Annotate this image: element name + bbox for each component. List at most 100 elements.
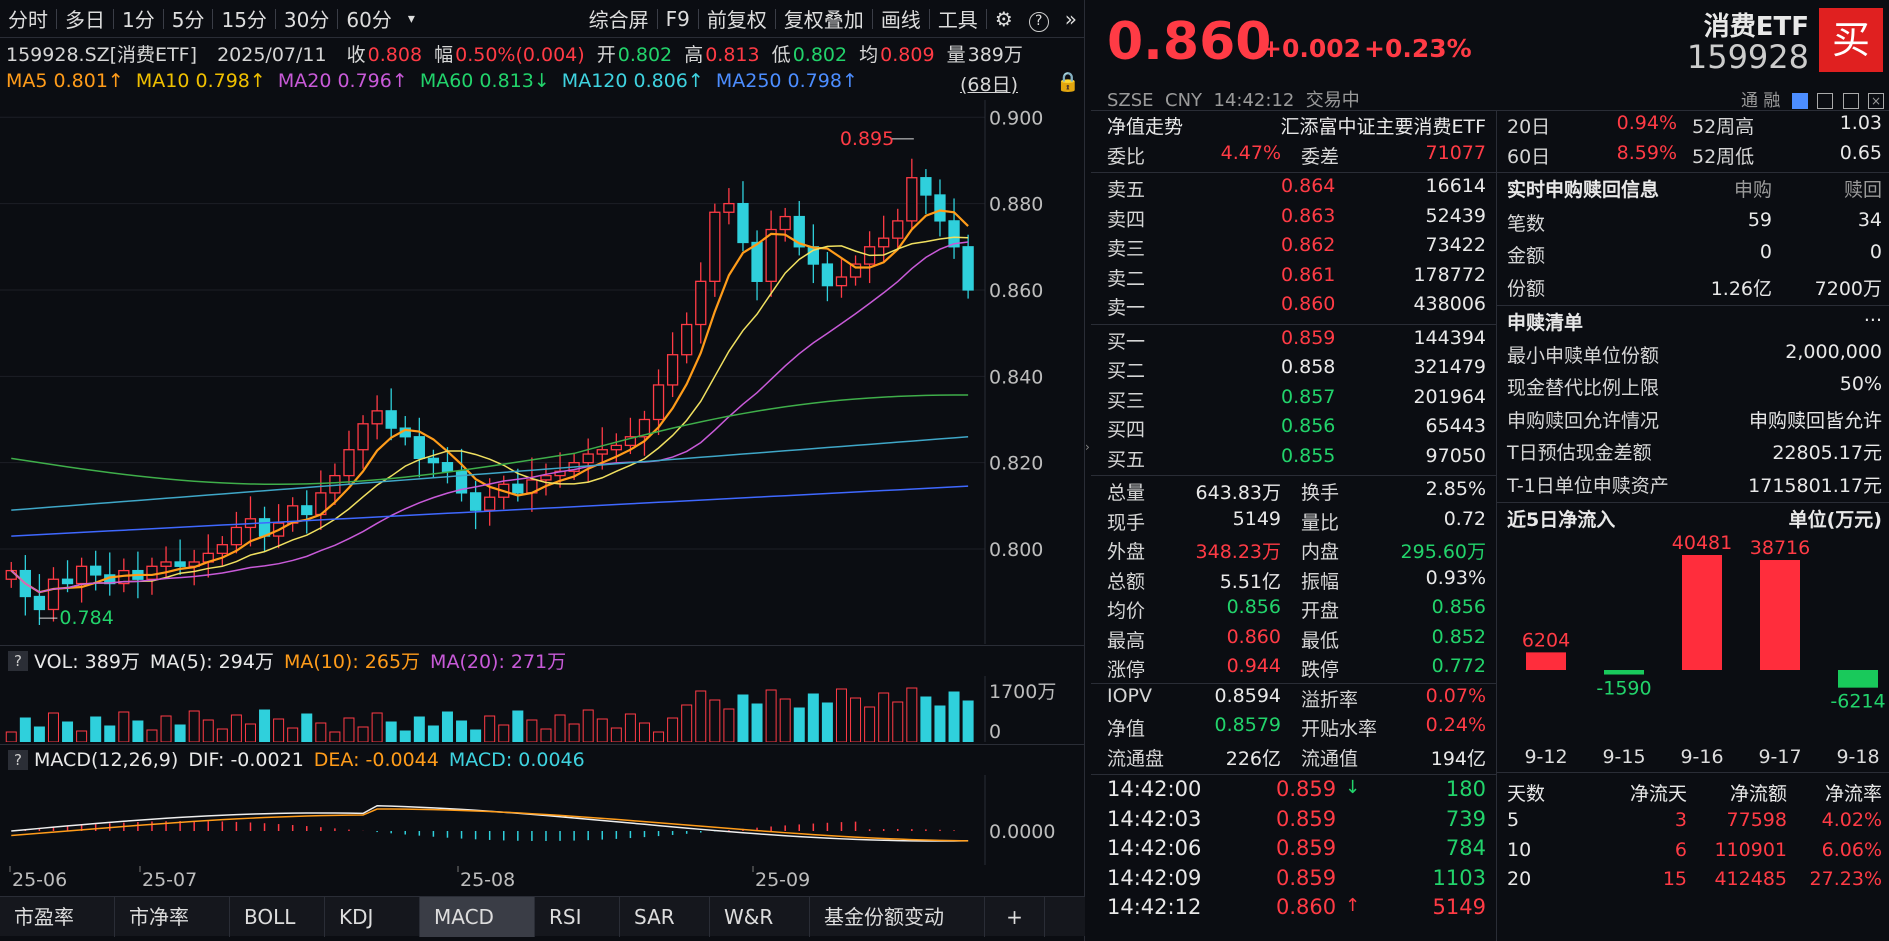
draw-line-button[interactable]: 画线 — [873, 4, 929, 33]
net-inflow-label: 6204 — [1522, 629, 1570, 651]
y-tick-label: 0.880 — [989, 194, 1043, 216]
bell-icon[interactable] — [1817, 93, 1833, 109]
stat-value: 0.856 — [1371, 596, 1486, 618]
bar-date: 2025/07/11 — [217, 44, 327, 66]
volume-bar — [879, 693, 889, 742]
perf-label: 60日 — [1507, 142, 1550, 169]
price-change: +0.002 — [1261, 34, 1361, 63]
tick-time: 14:42:03 — [1107, 807, 1201, 831]
buy-button[interactable]: 买 — [1819, 8, 1883, 72]
volume-bar — [133, 721, 143, 742]
candle-body — [668, 355, 678, 385]
bid-price[interactable]: 0.856 — [1281, 415, 1335, 437]
forward-adjust-button[interactable]: 前复权 — [699, 4, 775, 33]
edit-icon[interactable] — [1792, 93, 1808, 109]
collapse-icon[interactable]: » — [1057, 7, 1085, 31]
tab-pe[interactable]: 市盈率 — [0, 897, 115, 937]
stat-label: 跌停 — [1301, 655, 1339, 682]
volume-bar — [48, 713, 58, 742]
tab-macd[interactable]: MACD — [420, 897, 535, 937]
ask-price[interactable]: 0.863 — [1281, 205, 1335, 227]
sg-value: 59 — [1672, 209, 1772, 231]
stat-value: 0.852 — [1371, 626, 1486, 648]
volume-bar — [597, 719, 607, 742]
bid-price[interactable]: 0.858 — [1281, 356, 1335, 378]
ma120-legend: MA120 0.806↑ — [562, 70, 704, 92]
ask-price[interactable]: 0.864 — [1281, 175, 1335, 197]
candle-body — [893, 221, 903, 238]
stat-value: 5149 — [1171, 508, 1281, 530]
period-1min[interactable]: 1分 — [114, 4, 163, 33]
tab-fund-share[interactable]: 基金份额变动 — [810, 897, 985, 937]
bid-label: 买四 — [1107, 415, 1145, 442]
volume-bar — [766, 690, 776, 742]
period-dropdown[interactable]: ▾ — [400, 11, 423, 27]
volume-bar — [836, 689, 846, 742]
tick-price: 0.859 — [1276, 836, 1336, 860]
down-arrow-icon: ↓ — [1345, 777, 1360, 798]
net-inflow-date: 9-17 — [1758, 746, 1801, 768]
tick-time: 14:42:09 — [1107, 866, 1201, 890]
tab-boll[interactable]: BOLL — [230, 897, 325, 937]
flow-table-header: 净流额 — [1692, 779, 1787, 806]
period-days-select[interactable]: (68日) — [960, 70, 1018, 97]
volume-bar — [161, 716, 171, 742]
stat-label: 总量 — [1107, 478, 1145, 505]
help-icon[interactable]: ? — [8, 651, 28, 671]
ask-price[interactable]: 0.860 — [1281, 293, 1335, 315]
period-multiday[interactable]: 多日 — [57, 4, 113, 33]
volume-bar — [710, 700, 720, 742]
x-tick-label: 25-06 — [12, 869, 67, 890]
more-button[interactable]: ... — [1827, 304, 1882, 326]
period-15min[interactable]: 15分 — [213, 4, 274, 33]
volume-bar — [485, 716, 495, 742]
close-icon[interactable]: × — [1868, 93, 1884, 109]
sg-value: 1.26亿 — [1672, 274, 1772, 301]
ask-price[interactable]: 0.862 — [1281, 234, 1335, 256]
f9-button[interactable]: F9 — [658, 7, 698, 31]
volume-bar — [583, 710, 593, 742]
close-label: 收 — [347, 44, 366, 66]
flow-table-cell: 5 — [1507, 809, 1567, 831]
market-status-line: SZSE CNY 14:42:12 交易中 — [1107, 86, 1360, 112]
candle-body — [161, 562, 171, 566]
flow-unit: 单位(万元) — [1697, 505, 1882, 532]
lock-icon[interactable]: 🔒 — [1056, 70, 1080, 93]
flow-table-cell: 412485 — [1692, 868, 1787, 890]
bid-price[interactable]: 0.859 — [1281, 327, 1335, 349]
volume-bar — [147, 730, 157, 742]
candlestick-chart: 0.9000.8800.8600.8400.8200.8000.8950.784 — [0, 100, 1085, 644]
tab-pb[interactable]: 市净率 — [115, 897, 230, 937]
candle-body — [386, 411, 396, 428]
bid-price[interactable]: 0.855 — [1281, 445, 1335, 467]
period-5min[interactable]: 5分 — [164, 4, 213, 33]
period-60min[interactable]: 60分 — [338, 4, 399, 33]
tab-wr[interactable]: W&R — [710, 897, 810, 937]
candle-body — [34, 597, 44, 610]
tools-button[interactable]: 工具 — [930, 4, 986, 33]
add-tab-button[interactable]: + — [985, 897, 1045, 937]
composite-screen-button[interactable]: 综合屏 — [581, 4, 657, 33]
bid-volume: 201964 — [1371, 386, 1486, 408]
period-intraday[interactable]: 分时 — [0, 4, 56, 33]
ask-price[interactable]: 0.861 — [1281, 264, 1335, 286]
period-30min[interactable]: 30分 — [276, 4, 337, 33]
flow-table-cell: 3 — [1597, 809, 1687, 831]
volume-bar — [34, 727, 44, 742]
ma10-legend: MA10 0.798↑ — [136, 70, 266, 92]
tab-rsi[interactable]: RSI — [535, 897, 620, 937]
bid-volume: 65443 — [1371, 415, 1486, 437]
sg-value: 34 — [1787, 209, 1882, 231]
volume-bar — [752, 704, 762, 742]
volume-bar — [555, 715, 565, 742]
tab-kdj[interactable]: KDJ — [325, 897, 420, 937]
overlay-button[interactable]: 复权叠加 — [776, 4, 872, 33]
bid-price[interactable]: 0.857 — [1281, 386, 1335, 408]
tick-price: 0.859 — [1276, 807, 1336, 831]
copy-icon[interactable] — [1843, 93, 1859, 109]
help-icon[interactable]: ? — [8, 750, 28, 770]
help-icon[interactable]: ? — [1021, 6, 1057, 32]
bid-volume: 144394 — [1371, 327, 1486, 349]
tab-sar[interactable]: SAR — [620, 897, 710, 937]
gear-icon[interactable]: ⚙ — [987, 7, 1021, 31]
